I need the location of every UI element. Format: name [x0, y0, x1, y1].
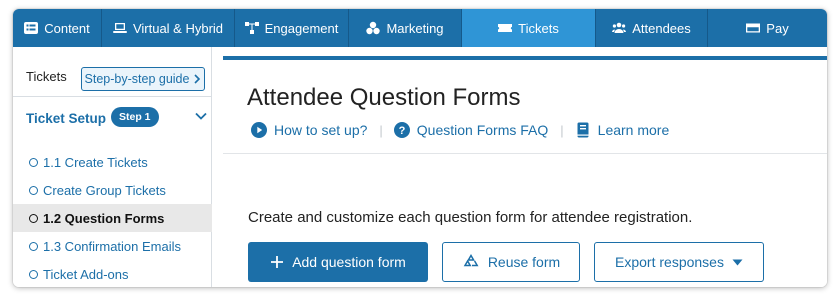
sidebar-item-ticket-add-ons[interactable]: Ticket Add-ons	[13, 260, 212, 287]
chevron-right-icon	[194, 74, 201, 84]
nav-tab-label: Tickets	[518, 20, 559, 36]
link-label: Learn more	[597, 122, 670, 138]
sidebar-item-create-group-tickets[interactable]: Create Group Tickets	[13, 176, 212, 204]
sidebar-item-label: 1.2 Question Forms	[43, 210, 165, 226]
list-icon	[24, 22, 39, 34]
nav-tab-marketing[interactable]: Marketing	[349, 9, 462, 47]
link-separator: |	[560, 122, 564, 138]
divider	[223, 153, 827, 154]
app-window: Content Virtual & Hybrid Engagement Mark…	[13, 9, 827, 287]
sidebar-item-label: 1.3 Confirmation Emails	[43, 238, 181, 254]
ticket-setup-toggle[interactable]: Ticket Setup Step 1	[13, 105, 212, 131]
play-circle-icon	[251, 122, 267, 138]
nav-tab-engagement[interactable]: Engagement	[235, 9, 349, 47]
sidebar-item-label: 1.1 Create Tickets	[43, 154, 148, 170]
caret-down-icon	[732, 259, 743, 265]
step-badge: Step 1	[111, 107, 159, 127]
plus-icon	[271, 256, 284, 268]
svg-text:?: ?	[398, 125, 405, 137]
help-links: How to set up? | ? Question Forms FAQ | …	[251, 122, 669, 138]
how-to-set-up-link[interactable]: How to set up?	[251, 122, 367, 138]
sidebar-header: Tickets Step-by-step guide	[13, 47, 212, 97]
add-question-form-button[interactable]: Add question form	[248, 242, 428, 282]
main-content: Attendee Question Forms How to set up? |…	[223, 56, 827, 287]
circle-icon	[29, 185, 38, 195]
shapes-icon	[366, 21, 381, 35]
guide-button-label: Step-by-step guide	[84, 72, 190, 86]
circle-icon	[29, 157, 38, 167]
circle-icon	[29, 269, 38, 279]
sidebar-item-create-tickets[interactable]: 1.1 Create Tickets	[13, 148, 212, 176]
nav-tab-label: Engagement	[264, 20, 339, 36]
nav-tab-pay[interactable]: Pay	[708, 9, 827, 47]
top-navigation: Content Virtual & Hybrid Engagement Mark…	[13, 9, 827, 47]
button-label: Reuse form	[487, 254, 561, 270]
sidebar-item-confirmation-emails[interactable]: 1.3 Confirmation Emails	[13, 232, 212, 260]
ticket-icon	[498, 24, 513, 32]
circle-icon	[29, 241, 38, 251]
credit-card-icon	[746, 23, 761, 33]
nav-tab-attendees[interactable]: Attendees	[596, 9, 708, 47]
button-label: Export responses	[615, 254, 724, 270]
nav-tab-tickets[interactable]: Tickets	[462, 9, 596, 47]
button-label: Add question form	[292, 254, 406, 270]
reuse-form-button[interactable]: Reuse form	[442, 242, 580, 282]
page-description: Create and customize each question form …	[248, 209, 693, 226]
link-label: How to set up?	[274, 122, 368, 138]
nav-tab-content[interactable]: Content	[13, 9, 102, 47]
ticket-setup-title: Ticket Setup	[26, 111, 107, 126]
book-icon	[577, 122, 589, 138]
link-label: Question Forms FAQ	[416, 122, 549, 138]
sidebar: Tickets Step-by-step guide Ticket Setup …	[13, 47, 212, 287]
nav-tab-label: Virtual & Hybrid	[132, 20, 224, 36]
users-icon	[612, 22, 627, 33]
link-separator: |	[379, 122, 383, 138]
network-icon	[244, 22, 259, 34]
nav-tab-virtual-hybrid[interactable]: Virtual & Hybrid	[102, 9, 235, 47]
recycle-icon	[463, 254, 479, 267]
learn-more-link[interactable]: Learn more	[575, 122, 670, 138]
sidebar-item-label: Create Group Tickets	[43, 182, 166, 198]
page-title: Attendee Question Forms	[247, 84, 521, 111]
export-responses-dropdown[interactable]: Export responses	[594, 242, 764, 282]
sidebar-item-question-forms[interactable]: 1.2 Question Forms	[13, 204, 212, 232]
laptop-icon	[112, 23, 127, 33]
nav-tab-label: Content	[44, 20, 90, 36]
question-circle-icon: ?	[393, 122, 410, 138]
circle-icon	[29, 213, 38, 223]
step-by-step-guide-button[interactable]: Step-by-step guide	[81, 67, 205, 91]
sidebar-item-label: Ticket Add-ons	[43, 266, 129, 282]
nav-tab-label: Pay	[766, 20, 789, 36]
sidebar-section-label: Tickets	[26, 69, 67, 84]
chevron-down-icon	[195, 112, 207, 120]
nav-tab-label: Marketing	[386, 20, 444, 36]
nav-tab-label: Attendees	[632, 20, 691, 36]
question-forms-faq-link[interactable]: ? Question Forms FAQ	[393, 122, 549, 138]
